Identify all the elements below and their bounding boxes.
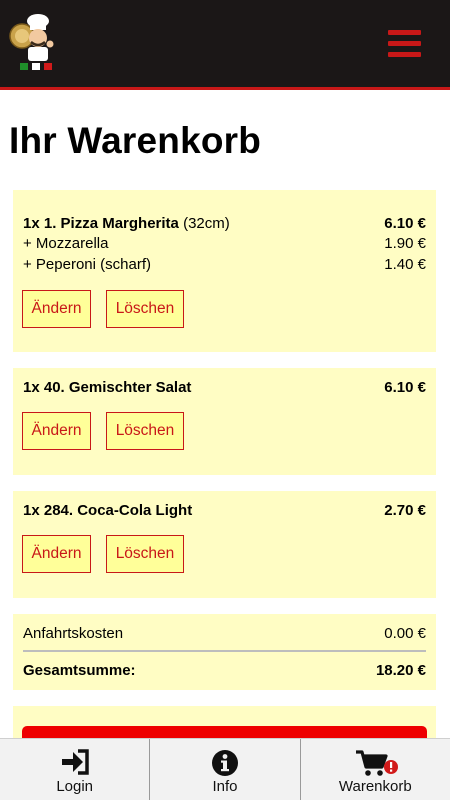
delete-button[interactable]: Löschen [106, 412, 184, 450]
option-label: + Peperoni (scharf) [23, 256, 151, 273]
nav-label: Login [56, 778, 94, 795]
nav-label: Warenkorb [338, 778, 412, 795]
order-summary: Anfahrtskosten 0.00 € Gesamtsumme: 18.20… [13, 614, 436, 690]
item-price: 6.10 € [384, 215, 426, 232]
nav-label: Info [212, 778, 238, 795]
cart-icon [355, 750, 398, 776]
summary-divider [23, 650, 426, 652]
nav-info[interactable]: Info [149, 739, 299, 800]
option-label: + Mozzarella [23, 235, 109, 252]
info-icon [211, 750, 238, 776]
item-title: 1x 1. Pizza Margherita [23, 215, 179, 232]
cart-item: 1x 1. Pizza Margherita (32cm) 6.10 € + M… [13, 190, 436, 352]
delivery-cost-label: Anfahrtskosten [23, 625, 124, 642]
item-title: 1x 284. Coca-Cola Light [23, 502, 193, 519]
chef-logo[interactable] [8, 12, 58, 74]
item-option-row: + Peperoni (scharf) 1.40 € [23, 256, 426, 273]
delete-button[interactable]: Löschen [106, 290, 184, 328]
delivery-cost-row: Anfahrtskosten 0.00 € [23, 625, 426, 642]
page-title: Ihr Warenkorb [9, 120, 262, 161]
nav-cart[interactable]: Warenkorb [299, 739, 450, 800]
bottom-nav: Login Info Warenkorb [0, 738, 450, 800]
option-price: 1.90 € [384, 235, 426, 252]
item-price: 2.70 € [384, 502, 426, 519]
total-value: 18.20 € [375, 662, 426, 679]
item-title-row: 1x 40. Gemischter Salat 6.10 € [23, 379, 426, 396]
hamburger-menu-icon[interactable] [388, 30, 421, 60]
edit-button[interactable]: Ändern [22, 290, 91, 328]
nav-login[interactable]: Login [0, 739, 149, 800]
delete-button[interactable]: Löschen [106, 535, 184, 573]
item-size: (32cm) [183, 215, 230, 232]
option-price: 1.40 € [384, 256, 426, 273]
edit-button[interactable]: Ändern [22, 412, 91, 450]
total-label: Gesamtsumme: [23, 662, 136, 679]
cart-item: 1x 40. Gemischter Salat 6.10 € Ändern Lö… [13, 368, 436, 475]
login-icon [61, 749, 89, 775]
item-title-row: 1x 1. Pizza Margherita (32cm) 6.10 € [23, 215, 426, 232]
item-title-row: 1x 284. Coca-Cola Light 2.70 € [23, 502, 426, 519]
app-header [0, 0, 450, 90]
total-row: Gesamtsumme: 18.20 € [23, 662, 426, 679]
delivery-cost-value: 0.00 € [384, 625, 426, 642]
cart-item: 1x 284. Coca-Cola Light 2.70 € Ändern Lö… [13, 491, 436, 598]
edit-button[interactable]: Ändern [22, 535, 91, 573]
item-price: 6.10 € [384, 379, 426, 396]
item-option-row: + Mozzarella 1.90 € [23, 235, 426, 252]
item-title: 1x 40. Gemischter Salat [23, 379, 192, 396]
